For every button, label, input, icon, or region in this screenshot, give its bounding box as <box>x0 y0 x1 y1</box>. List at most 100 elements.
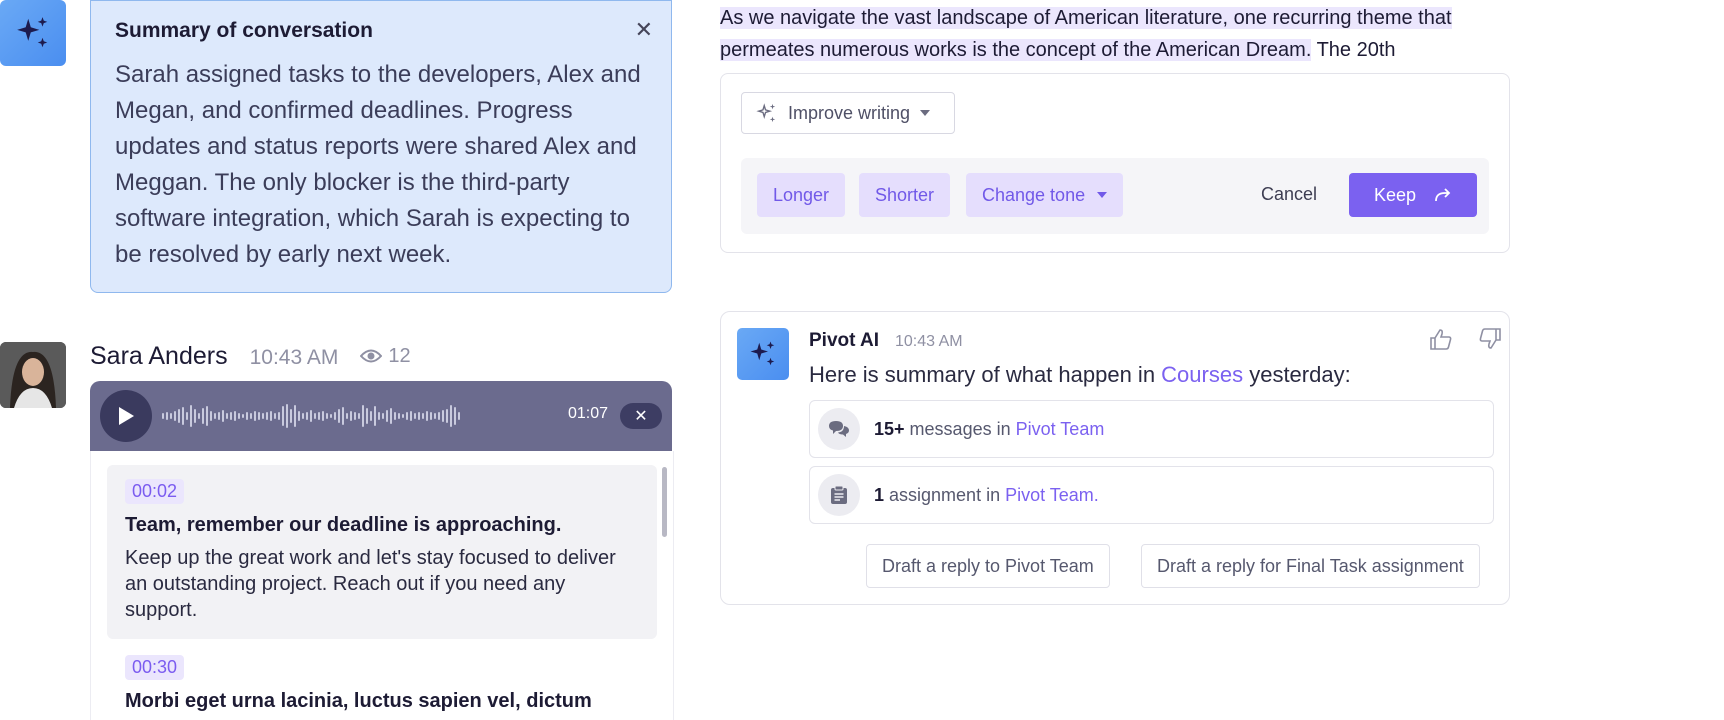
scrollbar[interactable] <box>662 467 667 537</box>
waveform-bar <box>222 410 224 422</box>
waveform-bar <box>398 413 400 419</box>
waveform-bar <box>354 412 356 420</box>
sender-name[interactable]: Sara Anders <box>90 342 228 371</box>
waveform-bar <box>254 411 256 421</box>
waveform-bar <box>346 413 348 419</box>
thumbs-up-icon[interactable] <box>1429 328 1453 355</box>
waveform-bar <box>174 411 176 421</box>
waveform-bar <box>342 407 344 425</box>
stat-label: messages in <box>904 418 1016 439</box>
waveform-bar <box>262 413 264 419</box>
rewrite-toolbar: Longer Shorter Change tone Cancel Keep <box>741 158 1489 234</box>
waveform-bar <box>414 413 416 419</box>
selected-text: As we navigate the vast landscape of Ame… <box>720 2 1520 66</box>
avatar[interactable] <box>0 342 66 408</box>
waveform-bar <box>246 412 248 420</box>
waveform-bar <box>170 413 172 419</box>
ai-message: Here is summary of what happen in Course… <box>809 362 1351 388</box>
waveform-bar <box>294 405 296 427</box>
waveform-bar <box>318 412 320 420</box>
transcript-item[interactable]: 00:30 Morbi eget urna lacinia, luctus sa… <box>107 641 657 720</box>
thumbs-down-icon[interactable] <box>1478 328 1502 355</box>
close-player-button[interactable]: ✕ <box>620 403 662 429</box>
waveform-bar <box>242 414 244 418</box>
pivot-team-link[interactable]: Pivot Team <box>1016 419 1105 439</box>
waveform-bar <box>410 411 412 421</box>
sparkles-icon <box>17 17 48 48</box>
waveform-bar <box>178 409 180 423</box>
waveform-bar <box>382 413 384 419</box>
stat-messages[interactable]: 15+ messages in Pivot Team <box>809 400 1494 458</box>
waveform-bar <box>270 411 272 421</box>
views-count: 12 <box>360 344 411 368</box>
summary-card: Summary of conversation ✕ Sarah assigned… <box>90 0 672 293</box>
audio-duration: 01:07 <box>568 405 609 422</box>
waveform-bar <box>166 412 168 420</box>
waveform-bar <box>370 411 372 421</box>
shorter-button[interactable]: Shorter <box>859 173 951 217</box>
waveform-bar <box>450 405 452 427</box>
pivot-team-link[interactable]: Pivot Team. <box>1005 485 1099 505</box>
transcript-panel[interactable]: 00:02 Team, remember our deadline is app… <box>90 451 674 720</box>
waveform-bar <box>282 406 284 426</box>
waveform-bar <box>358 413 360 419</box>
courses-link[interactable]: Courses <box>1161 362 1243 387</box>
change-tone-button[interactable]: Change tone <box>966 173 1124 217</box>
waveform-bar <box>446 409 448 423</box>
waveform-bar <box>162 413 164 419</box>
message-time: 10:43 AM <box>895 333 963 350</box>
waveform-bar <box>390 408 392 424</box>
waveform-bar <box>274 413 276 419</box>
audio-waveform[interactable] <box>162 396 554 436</box>
stat-count: 1 <box>874 484 885 505</box>
mode-dropdown[interactable]: Improve writing <box>741 92 955 134</box>
stat-assignments[interactable]: 1 assignment in Pivot Team. <box>809 466 1494 524</box>
waveform-bar <box>206 406 208 426</box>
audio-player: 01:07 ✕ <box>90 381 672 451</box>
waveform-bar <box>194 409 196 423</box>
caret-down-icon <box>1097 192 1108 198</box>
stat-text: 1 assignment in Pivot Team. <box>874 485 1099 506</box>
sparkles-icon <box>756 103 776 123</box>
ai-avatar <box>0 0 66 66</box>
waveform-bar <box>406 412 408 420</box>
waveform-bar <box>290 409 292 423</box>
transcript-item[interactable]: 00:02 Team, remember our deadline is app… <box>107 465 657 639</box>
play-icon <box>119 407 134 425</box>
transcript-body: Keep up the great work and let's stay fo… <box>125 547 616 621</box>
longer-button[interactable]: Longer <box>757 173 846 217</box>
transcript-title: Morbi eget urna lacinia, luctus sapien v… <box>125 690 592 712</box>
waveform-bar <box>402 414 404 418</box>
waveform-bar <box>378 412 380 420</box>
play-button[interactable] <box>100 390 152 442</box>
keep-button[interactable]: Keep <box>1349 173 1477 217</box>
waveform-bar <box>426 411 428 421</box>
close-icon[interactable]: ✕ <box>635 17 653 43</box>
waveform-bar <box>434 413 436 419</box>
waveform-bar <box>266 412 268 420</box>
waveform-bar <box>218 412 220 420</box>
transcript-timestamp[interactable]: 00:30 <box>125 655 185 680</box>
waveform-bar <box>442 410 444 422</box>
waveform-bar <box>454 407 456 425</box>
waveform-bar <box>374 406 376 426</box>
waveform-bar <box>258 412 260 420</box>
views-value: 12 <box>388 344 411 367</box>
waveform-bar <box>338 409 340 423</box>
draft-reply-pivot-team-button[interactable]: Draft a reply to Pivot Team <box>866 544 1110 588</box>
waveform-bar <box>326 413 328 419</box>
keep-label: Keep <box>1373 184 1417 205</box>
waveform-bar <box>238 413 240 419</box>
transcript-title: Team, remember our deadline is approachi… <box>125 514 562 536</box>
sparkles-icon <box>750 341 775 366</box>
waveform-bar <box>182 407 184 425</box>
stat-text: 15+ messages in Pivot Team <box>874 419 1104 440</box>
waveform-bar <box>202 408 204 424</box>
waveform-bar <box>234 411 236 421</box>
cancel-button[interactable]: Cancel <box>1261 184 1317 205</box>
mode-label: Improve writing <box>788 102 911 123</box>
waveform-bar <box>302 413 304 419</box>
transcript-timestamp[interactable]: 00:02 <box>125 479 185 504</box>
draft-reply-final-task-button[interactable]: Draft a reply for Final Task assignment <box>1141 544 1480 588</box>
waveform-bar <box>386 410 388 422</box>
